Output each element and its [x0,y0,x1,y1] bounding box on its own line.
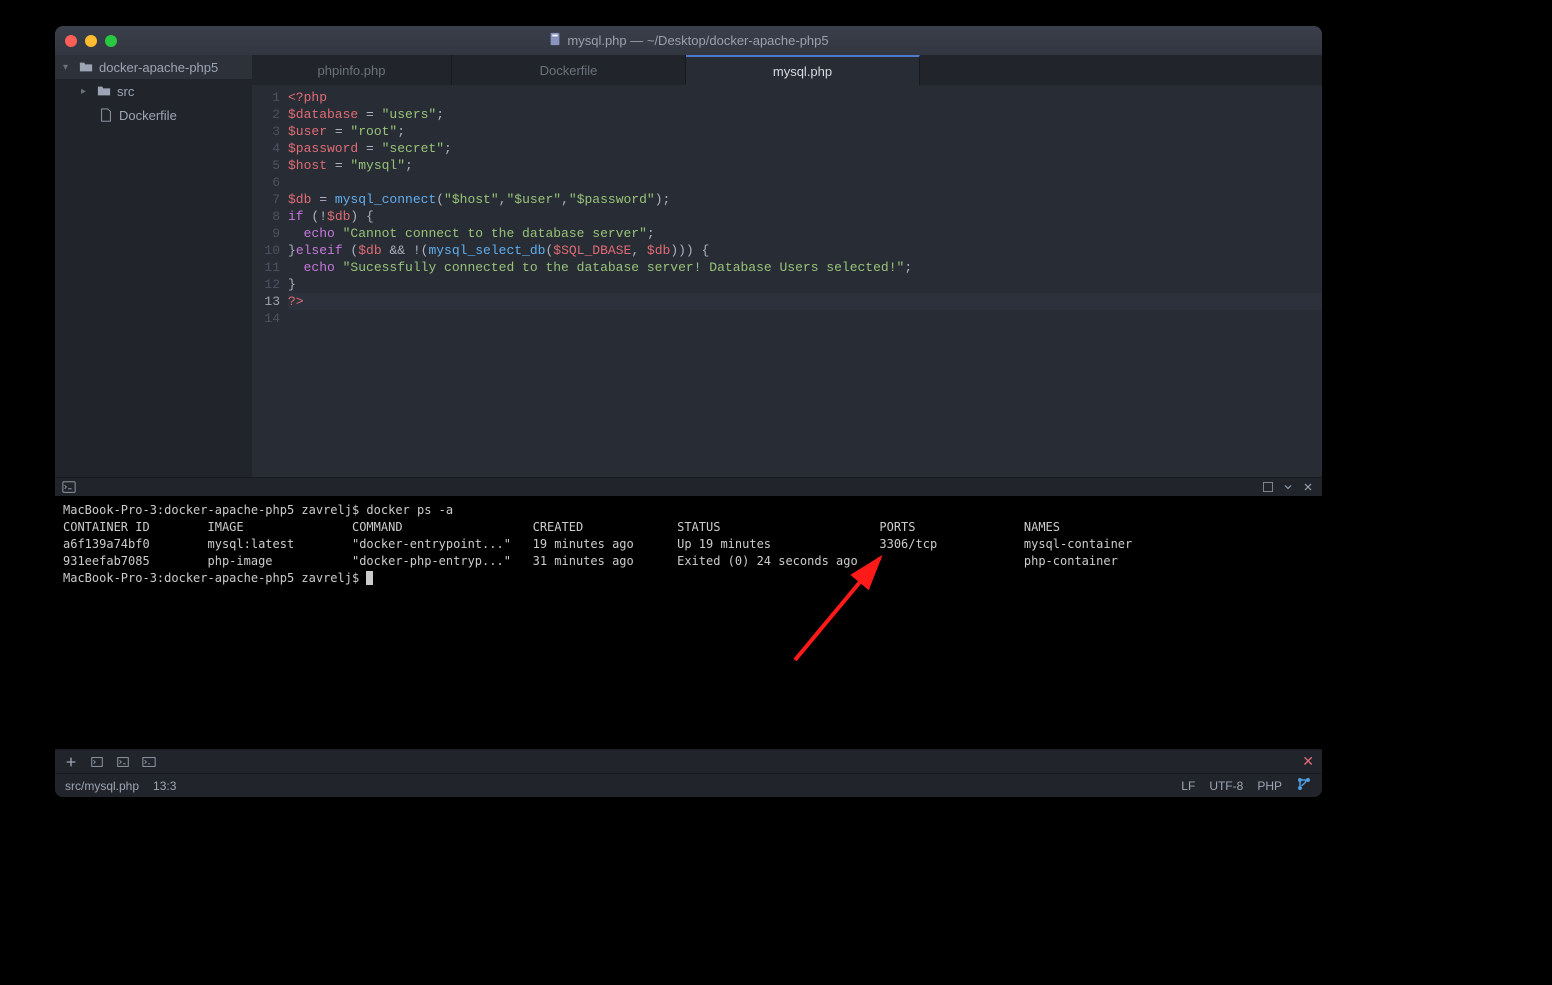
file-icon [99,108,113,122]
terminal-tab-icon[interactable] [89,754,105,770]
editor-window: mysql.php — ~/Desktop/docker-apache-php5… [55,26,1322,797]
tree-item-src[interactable]: ▸ src [55,79,252,103]
code-editor[interactable]: 1234567891011121314 <?php$database = "us… [252,85,1322,477]
line-number-gutter: 1234567891011121314 [252,85,288,477]
tab-phpinfo[interactable]: phpinfo.php [252,55,452,85]
zoom-window-button[interactable] [105,35,117,47]
status-cursor-position[interactable]: 13:3 [153,779,176,793]
editor-area: phpinfo.php Dockerfile mysql.php 1234567… [252,55,1322,477]
minimize-window-button[interactable] [85,35,97,47]
window-controls [65,35,117,47]
php-file-icon [548,32,562,49]
collapse-panel-icon[interactable] [1280,479,1296,495]
close-panel-icon[interactable] [1300,479,1316,495]
terminal-tab-icon-3[interactable] [141,754,157,770]
folder-icon [97,84,111,98]
tree-item-label: src [117,84,134,99]
titlebar[interactable]: mysql.php — ~/Desktop/docker-apache-php5 [55,26,1322,55]
close-terminal-icon[interactable]: ✕ [1302,753,1314,770]
chevron-right-icon: ▸ [81,86,91,97]
tree-root[interactable]: ▾ docker-apache-php5 [55,55,252,79]
status-encoding[interactable]: UTF-8 [1209,779,1243,793]
new-terminal-icon[interactable] [63,754,79,770]
tab-dockerfile[interactable]: Dockerfile [452,55,686,85]
tree-item-dockerfile[interactable]: Dockerfile [55,103,252,127]
terminal-tab-icon-2[interactable] [115,754,131,770]
terminal-icon[interactable] [61,479,77,495]
code-content[interactable]: <?php$database = "users";$user = "root";… [288,85,1322,477]
terminal-panel: MacBook-Pro-3:docker-apache-php5 zavrelj… [55,477,1322,773]
status-language[interactable]: PHP [1257,779,1282,793]
folder-icon [79,60,93,74]
chevron-down-icon: ▾ [63,62,73,73]
tab-mysql[interactable]: mysql.php [686,55,920,85]
close-window-button[interactable] [65,35,77,47]
status-line-ending[interactable]: LF [1181,779,1195,793]
status-file-path[interactable]: src/mysql.php [65,779,139,793]
terminal-header [55,478,1322,496]
terminal-footer: ✕ [55,749,1322,773]
tab-bar: phpinfo.php Dockerfile mysql.php [252,55,1322,85]
window-title: mysql.php — ~/Desktop/docker-apache-php5 [548,32,828,49]
tree-root-label: docker-apache-php5 [99,60,218,75]
file-tree-sidebar[interactable]: ▾ docker-apache-php5 ▸ src [55,55,252,477]
terminal-output[interactable]: MacBook-Pro-3:docker-apache-php5 zavrelj… [55,496,1322,749]
status-bar: src/mysql.php 13:3 LF UTF-8 PHP [55,773,1322,797]
tree-item-label: Dockerfile [119,108,177,123]
maximize-panel-icon[interactable] [1260,479,1276,495]
git-branch-icon[interactable] [1296,776,1312,795]
